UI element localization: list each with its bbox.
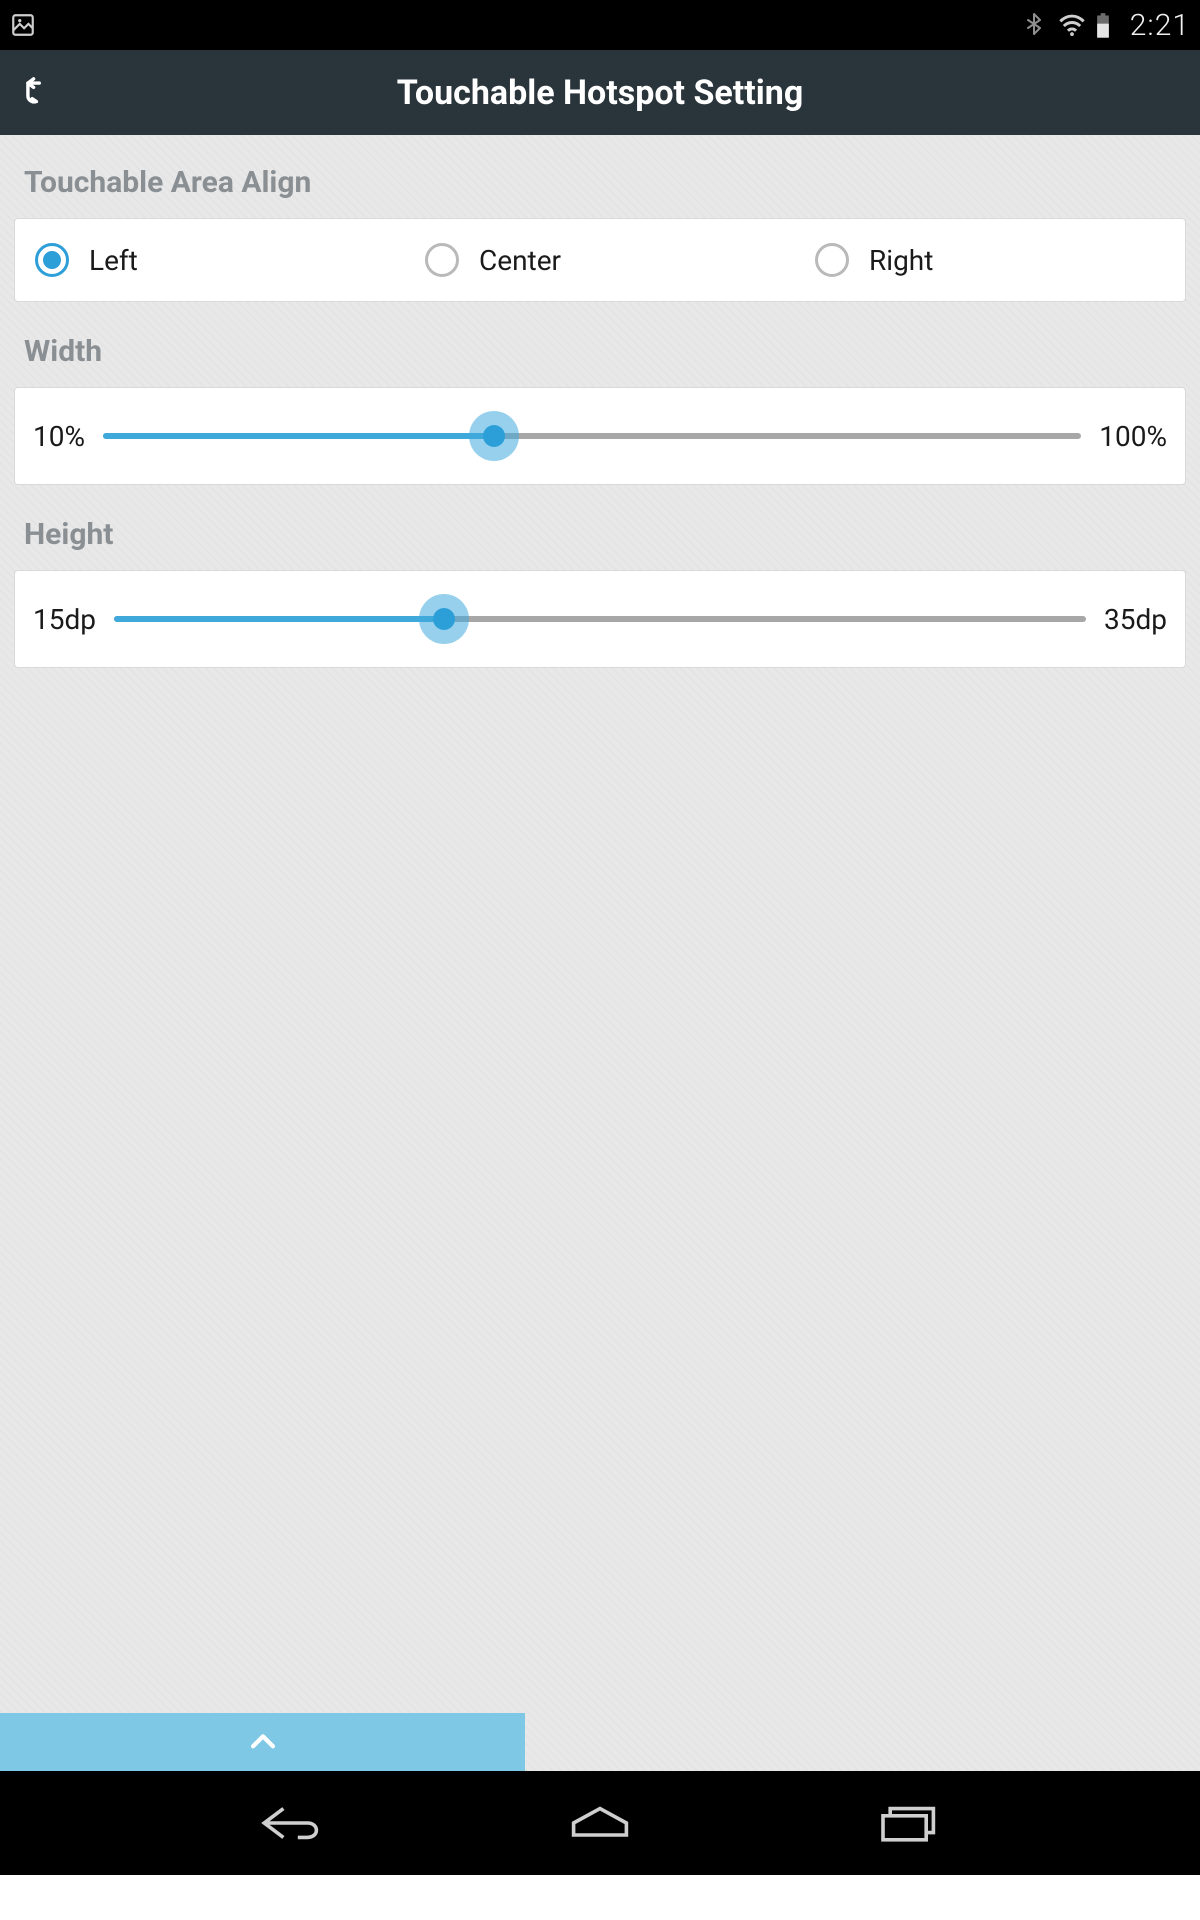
back-icon xyxy=(18,76,52,110)
align-option-left[interactable]: Left xyxy=(15,219,405,301)
battery-icon xyxy=(1094,12,1120,38)
expand-panel-button[interactable] xyxy=(0,1713,525,1771)
slider-thumb xyxy=(433,608,455,630)
status-time: 2:21 xyxy=(1130,8,1190,43)
width-min-label: 10% xyxy=(33,420,85,453)
radio-icon xyxy=(425,243,459,277)
chevron-up-icon xyxy=(246,1725,280,1759)
image-notification-icon xyxy=(10,12,36,38)
radio-icon xyxy=(815,243,849,277)
radio-icon xyxy=(35,243,69,277)
back-button[interactable] xyxy=(0,50,70,135)
bluetooth-icon xyxy=(1022,12,1048,38)
height-min-label: 15dp xyxy=(33,603,96,636)
height-section-label: Height xyxy=(24,517,1186,552)
page-title: Touchable Hotspot Setting xyxy=(70,73,1200,113)
app-bar: Touchable Hotspot Setting xyxy=(0,50,1200,135)
nav-home-button[interactable] xyxy=(555,1793,645,1853)
width-max-label: 100% xyxy=(1099,420,1167,453)
align-radio-card: Left Center Right xyxy=(14,218,1186,302)
slider-fill xyxy=(114,616,444,622)
nav-back-icon xyxy=(257,1801,329,1845)
align-radio-row: Left Center Right xyxy=(15,219,1185,301)
nav-back-button[interactable] xyxy=(248,1793,338,1853)
status-bar: 2:21 xyxy=(0,0,1200,50)
align-option-label: Right xyxy=(869,244,933,277)
width-slider[interactable] xyxy=(103,416,1081,456)
content-area: Touchable Area Align Left Center Right W… xyxy=(0,135,1200,1771)
width-section-label: Width xyxy=(24,334,1186,369)
nav-home-icon xyxy=(564,1801,636,1845)
nav-recents-button[interactable] xyxy=(862,1793,952,1853)
align-option-center[interactable]: Center xyxy=(405,219,795,301)
height-slider[interactable] xyxy=(114,599,1086,639)
wifi-icon xyxy=(1058,12,1084,38)
height-slider-card: 15dp 35dp xyxy=(14,570,1186,668)
slider-fill xyxy=(103,433,494,439)
nav-recents-icon xyxy=(871,1801,943,1845)
align-section-label: Touchable Area Align xyxy=(24,165,1186,200)
align-option-right[interactable]: Right xyxy=(795,219,1185,301)
align-option-label: Left xyxy=(89,244,138,277)
width-slider-card: 10% 100% xyxy=(14,387,1186,485)
navigation-bar xyxy=(0,1771,1200,1875)
slider-thumb xyxy=(483,425,505,447)
height-max-label: 35dp xyxy=(1104,603,1167,636)
align-option-label: Center xyxy=(479,244,561,277)
